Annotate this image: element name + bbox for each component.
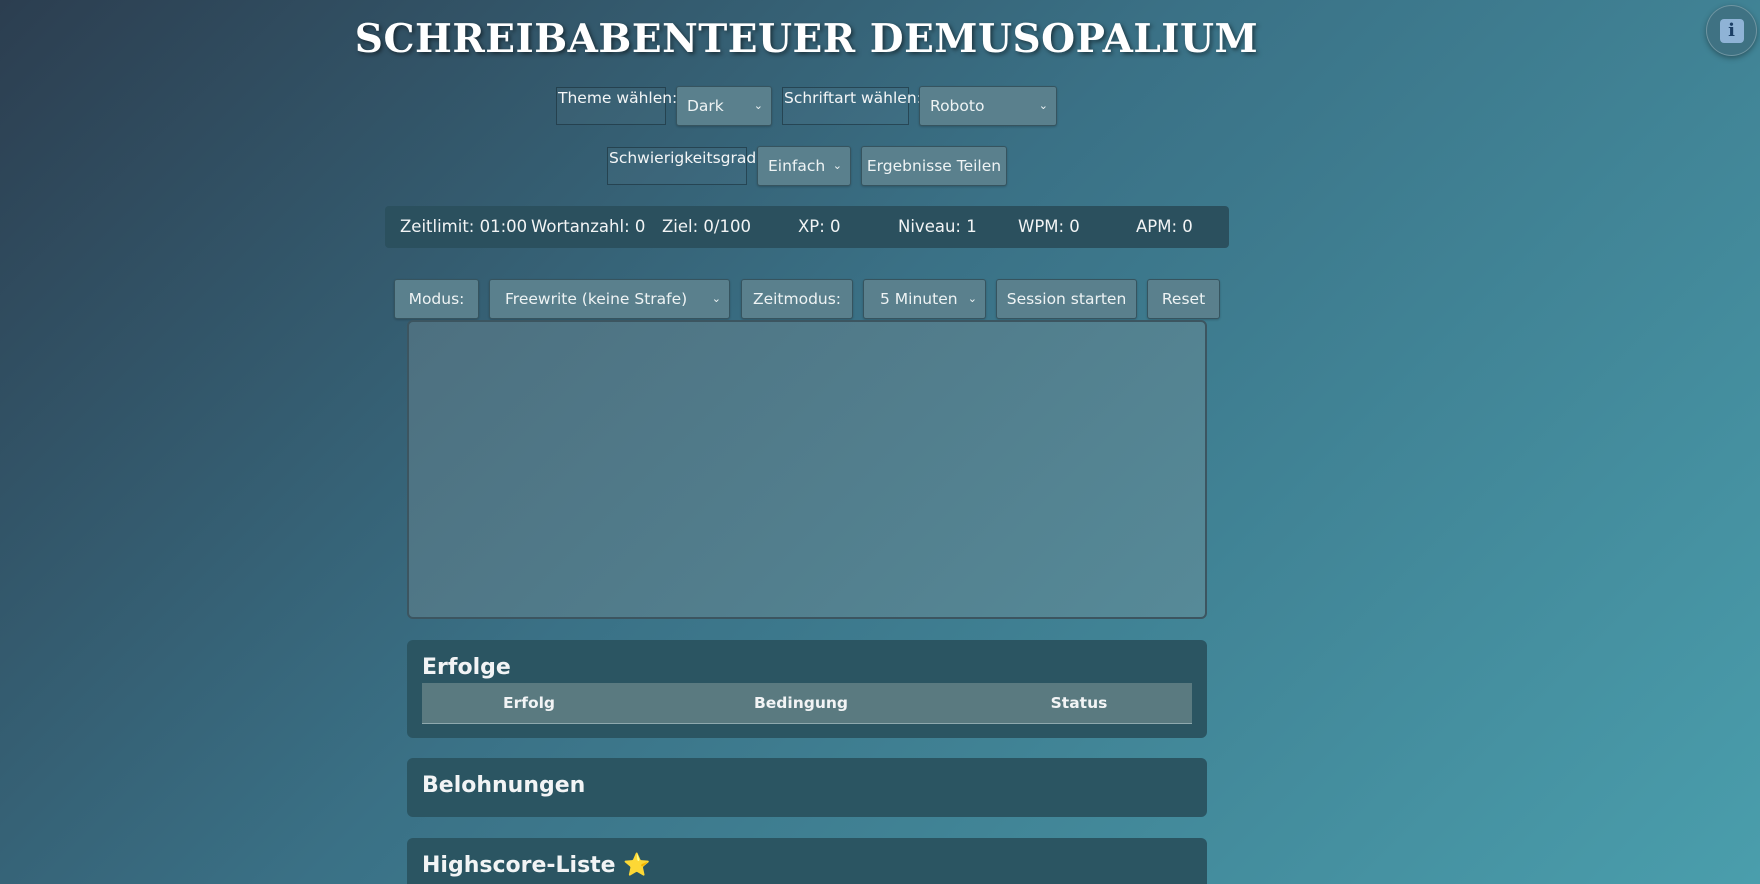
apm-stat: APM: 0 bbox=[1136, 217, 1193, 236]
highscore-title: Highscore-Liste ⭐ bbox=[422, 853, 651, 878]
time-mode-label: Zeitmodus: bbox=[741, 279, 853, 319]
achievements-title: Erfolge bbox=[422, 655, 511, 680]
page-title: SCHREIBABENTEUER DEMUSOPALIUM bbox=[354, 16, 1259, 62]
writing-textarea[interactable] bbox=[407, 320, 1207, 619]
highscore-title-text: Highscore-Liste bbox=[422, 853, 616, 878]
xp-stat: XP: 0 bbox=[798, 217, 841, 236]
time-mode-select-value: 5 Minuten bbox=[880, 290, 958, 308]
info-button[interactable]: i bbox=[1706, 5, 1757, 56]
highscore-panel: Highscore-Liste ⭐ bbox=[407, 838, 1207, 884]
theme-select[interactable]: Dark ⌄ bbox=[676, 86, 772, 126]
difficulty-select[interactable]: Einfach ⌄ bbox=[757, 146, 851, 186]
font-label: Schriftart wählen: bbox=[782, 87, 922, 125]
column-header-bedingung: Bedingung bbox=[753, 694, 849, 712]
mode-select[interactable]: Freewrite (keine Strafe) ⌄ bbox=[489, 279, 730, 319]
chevron-down-icon: ⌄ bbox=[753, 99, 763, 112]
time-limit-stat: Zeitlimit: 01:00 bbox=[400, 217, 528, 236]
time-mode-select[interactable]: 5 Minuten ⌄ bbox=[863, 279, 986, 319]
share-results-button[interactable]: Ergebnisse Teilen bbox=[861, 146, 1007, 186]
chevron-down-icon: ⌄ bbox=[711, 292, 721, 305]
chevron-down-icon: ⌄ bbox=[832, 159, 842, 172]
theme-label: Theme wählen: bbox=[556, 87, 677, 125]
font-select[interactable]: Roboto ⌄ bbox=[919, 86, 1057, 126]
goal-stat: Ziel: 0/100 bbox=[662, 217, 751, 236]
difficulty-label: Schwierigkeitsgrad: bbox=[607, 147, 761, 185]
theme-select-value: Dark bbox=[687, 97, 724, 115]
rewards-title: Belohnungen bbox=[422, 773, 586, 798]
star-icon: ⭐ bbox=[623, 853, 651, 878]
mode-select-value: Freewrite (keine Strafe) bbox=[505, 290, 688, 308]
level-stat: Niveau: 1 bbox=[898, 217, 977, 236]
rewards-panel: Belohnungen bbox=[407, 758, 1207, 817]
chevron-down-icon: ⌄ bbox=[967, 292, 977, 305]
column-header-status: Status bbox=[1050, 694, 1108, 712]
achievements-table-header: Erfolg Bedingung Status bbox=[422, 683, 1192, 724]
start-session-button[interactable]: Session starten bbox=[996, 279, 1137, 319]
column-header-erfolg: Erfolg bbox=[502, 694, 556, 712]
word-count-stat: Wortanzahl: 0 bbox=[531, 217, 646, 236]
stats-bar: Zeitlimit: 01:00 Wortanzahl: 0 Ziel: 0/1… bbox=[385, 206, 1229, 248]
font-select-value: Roboto bbox=[930, 97, 985, 115]
wpm-stat: WPM: 0 bbox=[1018, 217, 1080, 236]
reset-button[interactable]: Reset bbox=[1147, 279, 1220, 319]
chevron-down-icon: ⌄ bbox=[1038, 99, 1048, 112]
mode-label: Modus: bbox=[394, 279, 479, 319]
achievements-panel: Erfolge Erfolg Bedingung Status bbox=[407, 640, 1207, 738]
difficulty-select-value: Einfach bbox=[768, 157, 826, 175]
information-icon: i bbox=[1719, 18, 1744, 43]
